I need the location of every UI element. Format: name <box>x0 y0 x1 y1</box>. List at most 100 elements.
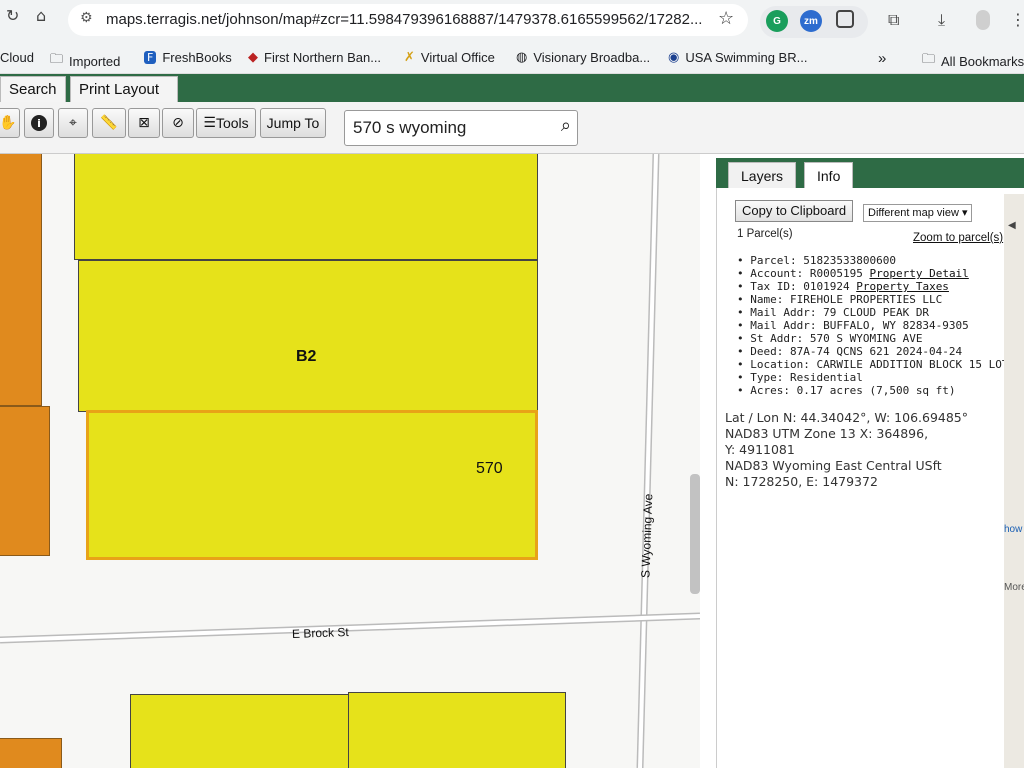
field-deed-text: Deed: 87A-74 QCNS 621 2024-04-24 <box>750 345 963 358</box>
home-icon[interactable]: ⌂ <box>36 6 46 25</box>
download-icon[interactable]: ⤓ <box>938 10 945 30</box>
clear-circle-icon: ⊘ <box>172 115 184 131</box>
field-account-text: Account: R0005195 <box>750 267 863 280</box>
site-info-icon[interactable]: ⚙ <box>80 10 93 26</box>
address-search-box: ⌕ <box>344 110 578 146</box>
field-st-addr: • St Addr: 570 S WYOMING AVE <box>737 332 923 345</box>
map-scrollbar-thumb[interactable] <box>690 474 700 594</box>
pan-hand-button[interactable]: ✋ <box>0 108 20 138</box>
map-canvas[interactable]: B2 570 E Brock St S Wyoming Ave <box>0 154 700 768</box>
bookmark-label: Visionary Broadba... <box>533 50 651 65</box>
all-bookmarks[interactable]: 🗀 All Bookmarks <box>922 50 1024 72</box>
field-acres: • Acres: 0.17 acres (7,500 sq ft) <box>737 384 956 397</box>
tools-label: Tools <box>215 115 249 131</box>
identify-button[interactable]: i <box>24 108 54 138</box>
freshbooks-icon: F <box>144 51 157 64</box>
field-mail-addr-2: • Mail Addr: BUFFALO, WY 82834-9305 <box>737 319 969 332</box>
coord-state-plane-label: NAD83 Wyoming East Central USft <box>725 458 942 473</box>
reload-icon[interactable]: ↻ <box>6 6 19 25</box>
grammarly-extension-icon[interactable]: G <box>766 10 788 32</box>
property-taxes-link[interactable]: Property Taxes <box>856 280 949 293</box>
field-type: • Type: Residential <box>737 371 863 384</box>
draw-area-button[interactable]: ⊠ <box>128 108 160 138</box>
bookmark-usa-swimming[interactable]: ◉ USA Swimming BR... <box>668 50 807 65</box>
hand-icon: ✋ <box>0 115 17 131</box>
locate-button[interactable]: ⌖ <box>58 108 88 138</box>
browser-toolbar: ↻ ⌂ ⚙ maps.terragis.net/johnson/map#zcr=… <box>0 0 1024 40</box>
lens-search-icon[interactable]: ⧉ <box>888 10 899 30</box>
menu-lines-icon: ☰ <box>203 115 216 131</box>
search-icon[interactable]: ⌕ <box>561 115 571 136</box>
clear-button[interactable]: ⊘ <box>162 108 194 138</box>
parcel-yellow-bottom-left[interactable] <box>130 694 350 768</box>
crosshair-icon: ⌖ <box>69 115 77 131</box>
info-panel: Layers Info Copy to Clipboard Different … <box>700 154 1024 768</box>
bank-logo-icon: ◆ <box>248 50 258 65</box>
jump-to-button[interactable]: Jump To <box>260 108 326 138</box>
bookmark-label: Cloud <box>0 50 34 65</box>
field-location: • Location: CARWILE ADDITION BLOCK 15 LO… <box>737 358 1024 371</box>
overflow-chevron-icon: » <box>878 50 887 67</box>
bookmark-first-northern[interactable]: ◆ First Northern Ban... <box>248 50 381 65</box>
street-lines <box>0 154 700 768</box>
parcel-count: 1 Parcel(s) <box>737 228 793 240</box>
field-name: • Name: FIREHOLE PROPERTIES LLC <box>737 293 943 306</box>
address-bar[interactable]: ⚙ maps.terragis.net/johnson/map#zcr=11.5… <box>68 4 748 36</box>
tab-layers[interactable]: Layers <box>728 162 797 190</box>
parcel-yellow-bottom-right[interactable] <box>348 692 566 768</box>
address-search-input[interactable] <box>353 117 543 139</box>
polygon-icon: ⊠ <box>138 115 150 131</box>
folder-icon: 🗀 <box>50 52 64 67</box>
right-edge-strip: ◀ how More <box>1004 194 1024 768</box>
street-label-e-brock: E Brock St <box>291 625 349 641</box>
folder-icon: 🗀 <box>922 52 936 67</box>
coord-utm-y: Y: 4911081 <box>725 442 795 457</box>
extensions-puzzle-icon[interactable] <box>836 10 854 28</box>
bookmark-star-icon[interactable]: ☆ <box>718 8 734 29</box>
bookmark-imported[interactable]: 🗀 Imported <box>50 50 120 72</box>
panel-body: Copy to Clipboard Different map view ▾ 1… <box>716 188 1024 768</box>
bookmark-label: Imported <box>69 53 121 69</box>
bookmark-visionary[interactable]: ◍ Visionary Broadba... <box>516 50 650 65</box>
more-link[interactable]: More <box>1004 582 1024 593</box>
property-detail-link[interactable]: Property Detail <box>869 267 968 280</box>
bookmark-label: USA Swimming BR... <box>685 50 808 65</box>
bookmark-label: FreshBooks <box>162 50 232 65</box>
zoom-to-parcel-link[interactable]: Zoom to parcel(s) <box>913 232 1003 244</box>
bookmark-label: Virtual Office <box>420 50 495 65</box>
collapse-arrow-icon[interactable]: ◀ <box>1008 220 1016 231</box>
zoom-extension-icon[interactable]: zm <box>800 10 822 32</box>
tab-print-layout[interactable]: Print Layout <box>70 76 178 102</box>
bookmark-freshbooks[interactable]: F FreshBooks <box>144 50 232 65</box>
field-mail-addr-2-text: Mail Addr: BUFFALO, WY 82834-9305 <box>750 319 969 332</box>
map-view-select[interactable]: Different map view ▾ <box>863 204 973 222</box>
app-header: Search Print Layout <box>0 74 1024 102</box>
show-link[interactable]: how <box>1004 524 1022 535</box>
measure-button[interactable]: 📏 <box>92 108 126 138</box>
field-account: • Account: R0005195 Property Detail <box>737 267 969 280</box>
profile-avatar[interactable] <box>976 10 990 30</box>
coord-latlon: Lat / Lon N: 44.34042°, W: 106.69485° <box>725 410 969 425</box>
globe-icon: ◍ <box>516 50 528 65</box>
field-tax-id: • Tax ID: 0101924 Property Taxes <box>737 280 949 293</box>
tab-info[interactable]: Info <box>804 162 854 190</box>
field-mail-addr-1: • Mail Addr: 79 CLOUD PEAK DR <box>737 306 930 319</box>
info-icon: i <box>31 115 47 131</box>
bookmark-cloud[interactable]: Cloud <box>0 50 34 65</box>
field-deed: • Deed: 87A-74 QCNS 621 2024-04-24 <box>737 345 963 358</box>
bookmark-label: First Northern Ban... <box>264 50 382 65</box>
tools-button[interactable]: ☰ Tools <box>196 108 256 138</box>
bookmarks-overflow[interactable]: » <box>878 50 886 67</box>
url-text: maps.terragis.net/johnson/map#zcr=11.598… <box>106 11 703 28</box>
field-parcel-text: Parcel: 51823533800600 <box>750 254 896 267</box>
copy-to-clipboard-button[interactable]: Copy to Clipboard <box>735 200 854 222</box>
menu-kebab-icon[interactable]: ⋮ <box>1010 10 1024 29</box>
ruler-icon: 📏 <box>100 115 118 131</box>
map-toolbar: ✋ i ⌖ 📏 ⊠ ⊘ ☰Tools Jump To ⌕ <box>0 102 1024 154</box>
field-acres-text: Acres: 0.17 acres (7,500 sq ft) <box>750 384 956 397</box>
bookmark-virtual-office[interactable]: ✗ Virtual Office <box>404 50 495 65</box>
field-tax-id-text: Tax ID: 0101924 <box>750 280 850 293</box>
screen: ↻ ⌂ ⚙ maps.terragis.net/johnson/map#zcr=… <box>0 0 1024 768</box>
tab-search[interactable]: Search <box>0 76 66 102</box>
field-name-text: Name: FIREHOLE PROPERTIES LLC <box>750 293 943 306</box>
